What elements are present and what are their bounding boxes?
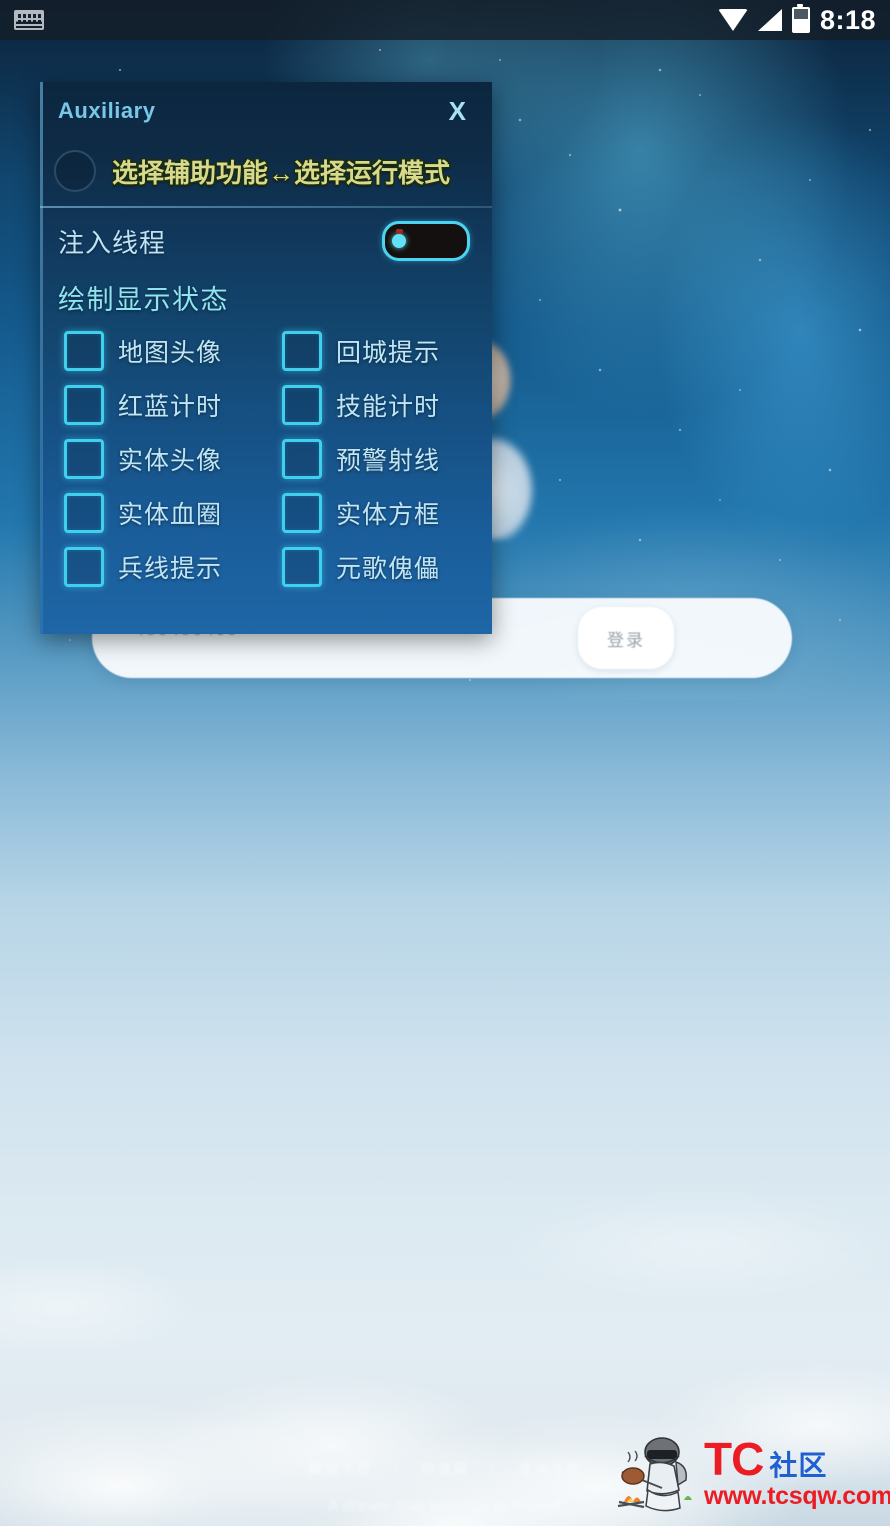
checkbox-label: 地图头像 — [118, 339, 223, 367]
checkbox-item-entity-avatar[interactable]: 实体头像 — [40, 439, 258, 479]
checkbox-item-entity-health-circle[interactable]: 实体血圈 — [40, 493, 258, 533]
status-bar-clock: 8:18 — [819, 4, 876, 35]
camper-mascot-icon — [614, 1432, 702, 1516]
circle-indicator-icon[interactable] — [54, 150, 96, 192]
status-bar-left — [14, 10, 44, 30]
inject-thread-label: 注入线程 — [58, 227, 167, 258]
watermark-brand-cn: 社区 — [769, 1449, 828, 1481]
close-icon[interactable]: X — [443, 97, 472, 125]
checkbox-item-skill-timer[interactable]: 技能计时 — [258, 385, 492, 425]
checkbox-icon[interactable] — [282, 439, 322, 479]
watermark-brand: TC — [704, 1432, 764, 1485]
checkbox-label: 实体方框 — [336, 501, 441, 529]
toggle-knob — [392, 229, 406, 248]
checkbox-icon[interactable] — [64, 493, 104, 533]
checkbox-label: 预警射线 — [336, 447, 441, 475]
footer-link-1[interactable]: 解锁卡密 — [308, 1458, 372, 1479]
checkbox-label: 红蓝计时 — [118, 393, 223, 421]
checkbox-item-minion-line-tip[interactable]: 兵线提示 — [40, 547, 258, 587]
footer-link-2[interactable]: 防录屏 — [421, 1458, 469, 1479]
login-button[interactable]: 登录 — [578, 607, 674, 669]
mode-select-label: 选择辅助功能↔选择运行模式 — [112, 157, 451, 188]
footer-separator-2: | — [491, 1460, 496, 1477]
checkbox-icon[interactable] — [64, 385, 104, 425]
checkbox-label: 回城提示 — [336, 339, 441, 367]
checkbox-item-map-avatar[interactable]: 地图头像 — [40, 331, 258, 371]
keyboard-icon — [14, 10, 44, 30]
status-bar-right: 8:18 — [717, 4, 876, 35]
checkbox-icon[interactable] — [282, 385, 322, 425]
checkbox-label: 实体头像 — [118, 447, 223, 475]
battery-icon — [791, 4, 810, 33]
watermark-text: TC 社区 www.tcsqw.com — [704, 1432, 890, 1511]
page-title: Auxiliary — [58, 98, 156, 123]
checkbox-item-recall-tip[interactable]: 回城提示 — [258, 331, 492, 371]
draw-state-checkbox-grid: 地图头像 回城提示 红蓝计时 技能计时 实体头像 预警射线 实体血圈 实体方框 … — [40, 331, 492, 587]
mode-select-row[interactable]: 选择辅助功能↔选择运行模式 — [40, 140, 492, 202]
checkbox-icon[interactable] — [282, 547, 322, 587]
footer-link-3[interactable]: 查询卡密 — [518, 1458, 582, 1479]
checkbox-item-entity-box[interactable]: 实体方框 — [258, 493, 492, 533]
checkbox-icon[interactable] — [64, 547, 104, 587]
checkbox-icon[interactable] — [64, 331, 104, 371]
checkbox-item-warning-ray[interactable]: 预警射线 — [258, 439, 492, 479]
checkbox-icon[interactable] — [64, 439, 104, 479]
draw-state-section-title: 绘制显示状态 — [58, 285, 229, 315]
footer-separator-1: | — [394, 1460, 399, 1477]
checkbox-icon[interactable] — [282, 493, 322, 533]
signal-icon — [757, 9, 782, 31]
checkbox-label: 实体血圈 — [118, 501, 223, 529]
phone-screen: 登录 解锁卡密 | 防录屏 | 查询卡密 A dream that belong… — [0, 0, 890, 1526]
inject-thread-row: 注入线程 — [40, 208, 492, 274]
checkbox-label: 兵线提示 — [118, 555, 223, 583]
auxiliary-dialog: Auxiliary X 选择辅助功能↔选择运行模式 注入线程 绘制显示状态 地图… — [40, 82, 492, 634]
inject-thread-toggle[interactable] — [382, 221, 470, 261]
dialog-title-bar[interactable]: Auxiliary X — [40, 82, 492, 140]
wifi-icon — [717, 9, 748, 31]
checkbox-label: 元歌傀儡 — [336, 555, 441, 583]
checkbox-item-yuange-puppet[interactable]: 元歌傀儡 — [258, 547, 492, 587]
watermark-url: www.tcsqw.com — [704, 1482, 890, 1511]
checkbox-icon[interactable] — [282, 331, 322, 371]
status-bar: 8:18 — [0, 0, 890, 40]
watermark: TC 社区 www.tcsqw.com — [614, 1424, 890, 1524]
checkbox-label: 技能计时 — [336, 393, 441, 421]
checkbox-item-buff-timer[interactable]: 红蓝计时 — [40, 385, 258, 425]
